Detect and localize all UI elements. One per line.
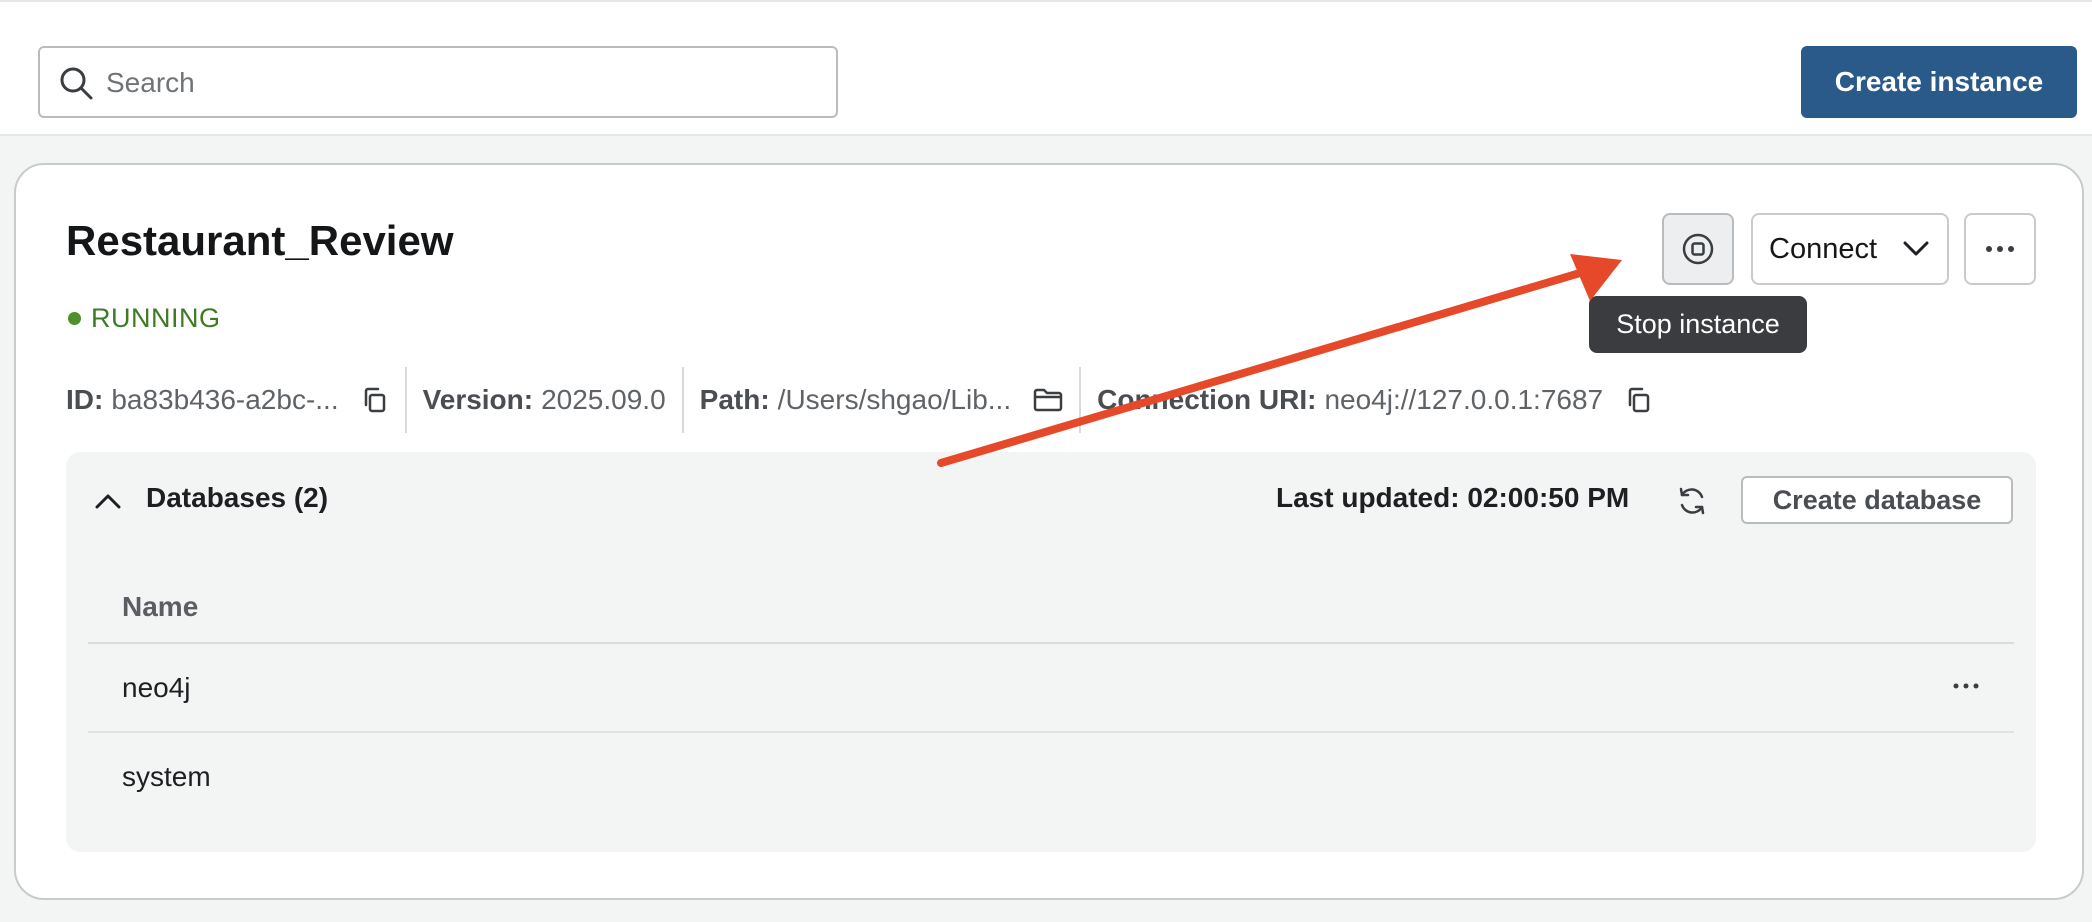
meta-id-value: ba83b436-a2bc-... — [111, 384, 339, 415]
more-horizontal-icon — [1986, 246, 2014, 252]
table-row[interactable]: neo4j — [88, 644, 2014, 733]
last-updated-text: Last updated: 02:00:50 PM — [1276, 482, 1630, 513]
table-header-name: Name — [88, 572, 2014, 644]
meta-id-label: ID: — [66, 384, 104, 415]
folder-icon[interactable] — [1033, 386, 1063, 414]
top-toolbar: Create instance — [0, 0, 2092, 136]
databases-table: Name neo4j system — [88, 572, 2014, 820]
meta-connection-uri: Connection URI: neo4j://127.0.0.1:7687 — [1081, 367, 1669, 433]
meta-uri-label: Connection URI: — [1097, 384, 1317, 415]
refresh-icon[interactable] — [1675, 484, 1709, 518]
create-instance-button[interactable]: Create instance — [1801, 46, 2077, 118]
stop-icon — [1682, 233, 1714, 265]
databases-heading: Databases (2) — [146, 482, 329, 513]
search-icon — [60, 67, 93, 100]
copy-icon[interactable] — [361, 386, 389, 414]
create-database-button[interactable]: Create database — [1741, 476, 2013, 524]
more-horizontal-icon[interactable] — [1952, 676, 1980, 696]
instance-meta-row: ID: ba83b436-a2bc-... Version: 2025.09.0… — [66, 365, 1669, 435]
meta-version-value: 2025.09.0 — [541, 384, 666, 415]
database-name: neo4j — [122, 671, 191, 703]
status-badge: RUNNING — [68, 303, 221, 334]
stop-instance-button[interactable] — [1662, 213, 1734, 285]
meta-version-label: Version: — [422, 384, 534, 415]
stop-instance-tooltip: Stop instance — [1589, 296, 1807, 353]
status-dot-icon — [68, 312, 81, 325]
meta-path-label: Path: — [699, 384, 770, 415]
chevron-down-icon — [1903, 241, 1929, 256]
databases-panel: Databases (2) Last updated: 02:00:50 PM … — [66, 452, 2036, 852]
meta-path-value: /Users/shgao/Lib... — [777, 384, 1012, 415]
chevron-up-icon[interactable] — [92, 486, 124, 518]
meta-path: Path: /Users/shgao/Lib... — [684, 367, 1082, 433]
search-box[interactable] — [38, 46, 838, 118]
instance-title: Restaurant_Review — [66, 217, 454, 264]
database-name: system — [122, 760, 211, 792]
copy-icon[interactable] — [1625, 386, 1653, 414]
status-label: RUNNING — [91, 303, 221, 333]
instance-card: Restaurant_Review RUNNING Connect Stop i… — [14, 163, 2084, 900]
connect-label: Connect — [1769, 232, 1878, 265]
table-row[interactable]: system — [88, 733, 2014, 820]
meta-uri-value: neo4j://127.0.0.1:7687 — [1324, 384, 1604, 415]
connect-dropdown-button[interactable]: Connect — [1751, 213, 1949, 285]
instance-more-button[interactable] — [1964, 213, 2036, 285]
meta-id: ID: ba83b436-a2bc-... — [66, 367, 407, 433]
search-input[interactable] — [104, 54, 808, 112]
meta-version: Version: 2025.09.0 — [407, 367, 684, 433]
